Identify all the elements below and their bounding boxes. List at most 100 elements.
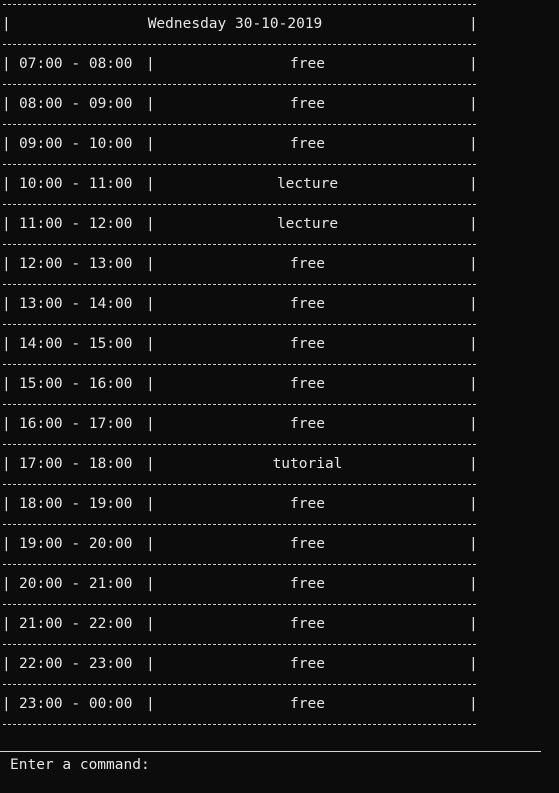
border-pipe: | — [469, 336, 478, 352]
time-slot: 20:00 - 21:00 — [19, 576, 133, 592]
activity-cell: free — [290, 496, 325, 512]
table-separator — [3, 604, 476, 605]
border-pipe: | — [2, 696, 11, 712]
border-pipe: | — [2, 416, 11, 432]
table-separator — [3, 444, 476, 445]
border-pipe: | — [469, 216, 478, 232]
table-row: | 11:00 - 12:00 | lecture | — [0, 214, 480, 234]
time-slot: 09:00 - 10:00 — [19, 136, 133, 152]
activity-cell: free — [290, 256, 325, 272]
activity-cell: free — [290, 96, 325, 112]
table-row: | 07:00 - 08:00 | free | — [0, 54, 480, 74]
table-row: | 18:00 - 19:00 | free | — [0, 494, 480, 514]
time-slot: 12:00 - 13:00 — [19, 256, 133, 272]
activity-cell: free — [290, 656, 325, 672]
command-prompt-label: Enter a command: — [10, 757, 150, 773]
border-pipe: | — [2, 576, 11, 592]
border-pipe: | — [469, 416, 478, 432]
schedule-header-row: | Wednesday 30-10-2019 | — [0, 14, 480, 34]
border-pipe: | — [469, 696, 478, 712]
table-separator — [3, 44, 476, 45]
border-pipe: | — [2, 496, 11, 512]
activity-cell: free — [290, 296, 325, 312]
activity-cell: free — [290, 136, 325, 152]
border-pipe: | — [469, 256, 478, 272]
table-separator — [3, 284, 476, 285]
table-separator — [3, 364, 476, 365]
border-pipe: | — [469, 96, 478, 112]
table-separator — [3, 164, 476, 165]
table-row: | 21:00 - 22:00 | free | — [0, 614, 480, 634]
table-separator — [3, 484, 476, 485]
border-pipe: | — [469, 16, 478, 32]
time-slot: 17:00 - 18:00 — [19, 456, 133, 472]
border-pipe: | — [2, 256, 11, 272]
table-separator — [3, 244, 476, 245]
border-pipe: | — [2, 96, 11, 112]
table-separator — [3, 124, 476, 125]
activity-cell: free — [290, 416, 325, 432]
border-pipe: | — [2, 176, 11, 192]
time-slot: 11:00 - 12:00 — [19, 216, 133, 232]
table-row: | 13:00 - 14:00 | free | — [0, 294, 480, 314]
table-row: | 08:00 - 09:00 | free | — [0, 94, 480, 114]
activity-cell: free — [290, 696, 325, 712]
activity-cell: free — [290, 56, 325, 72]
border-pipe: | — [469, 616, 478, 632]
activity-cell: free — [290, 376, 325, 392]
activity-cell: free — [290, 576, 325, 592]
day-title: Wednesday 30-10-2019 — [147, 16, 323, 32]
table-row: | 17:00 - 18:00 | tutorial | — [0, 454, 480, 474]
border-pipe: | — [2, 616, 11, 632]
border-pipe: | — [2, 536, 11, 552]
table-border-top — [3, 4, 476, 5]
time-slot: 21:00 - 22:00 — [19, 616, 133, 632]
table-separator — [3, 724, 476, 725]
table-row: | 16:00 - 17:00 | free | — [0, 414, 480, 434]
border-pipe: | — [469, 176, 478, 192]
table-separator — [3, 684, 476, 685]
border-pipe: | — [469, 56, 478, 72]
activity-cell: free — [290, 536, 325, 552]
border-pipe: | — [2, 336, 11, 352]
terminal-window: | Wednesday 30-10-2019 | | 07:00 - 08:00 |… — [0, 0, 559, 793]
border-pipe: | — [2, 56, 11, 72]
table-separator — [3, 404, 476, 405]
table-row: | 23:00 - 00:00 | free | — [0, 694, 480, 714]
table-row: | 15:00 - 16:00 | free | — [0, 374, 480, 394]
border-pipe: | — [469, 536, 478, 552]
command-input[interactable] — [165, 755, 535, 775]
time-slot: 07:00 - 08:00 — [19, 56, 133, 72]
time-slot: 14:00 - 15:00 — [19, 336, 133, 352]
table-separator — [3, 84, 476, 85]
time-slot: 23:00 - 00:00 — [19, 696, 133, 712]
time-slot: 08:00 - 09:00 — [19, 96, 133, 112]
border-pipe: | — [469, 576, 478, 592]
border-pipe: | — [469, 656, 478, 672]
border-pipe: | — [2, 136, 11, 152]
activity-cell: lecture — [276, 216, 339, 232]
time-slot: 18:00 - 19:00 — [19, 496, 133, 512]
activity-cell: free — [290, 616, 325, 632]
table-row: | 09:00 - 10:00 | free | — [0, 134, 480, 154]
time-slot: 19:00 - 20:00 — [19, 536, 133, 552]
table-row: | 12:00 - 13:00 | free | — [0, 254, 480, 274]
time-slot: 15:00 - 16:00 — [19, 376, 133, 392]
command-input-border — [0, 751, 541, 752]
activity-cell: tutorial — [272, 456, 343, 472]
border-pipe: | — [2, 656, 11, 672]
time-slot: 13:00 - 14:00 — [19, 296, 133, 312]
table-row: | 19:00 - 20:00 | free | — [0, 534, 480, 554]
border-pipe: | — [469, 496, 478, 512]
table-row: | 20:00 - 21:00 | free | — [0, 574, 480, 594]
table-row: | 10:00 - 11:00 | lecture | — [0, 174, 480, 194]
activity-cell: lecture — [276, 176, 339, 192]
table-separator — [3, 564, 476, 565]
table-separator — [3, 644, 476, 645]
activity-cell: free — [290, 336, 325, 352]
table-separator — [3, 204, 476, 205]
border-pipe: | — [469, 136, 478, 152]
time-slot: 10:00 - 11:00 — [19, 176, 133, 192]
table-separator — [3, 524, 476, 525]
border-pipe: | — [2, 376, 11, 392]
